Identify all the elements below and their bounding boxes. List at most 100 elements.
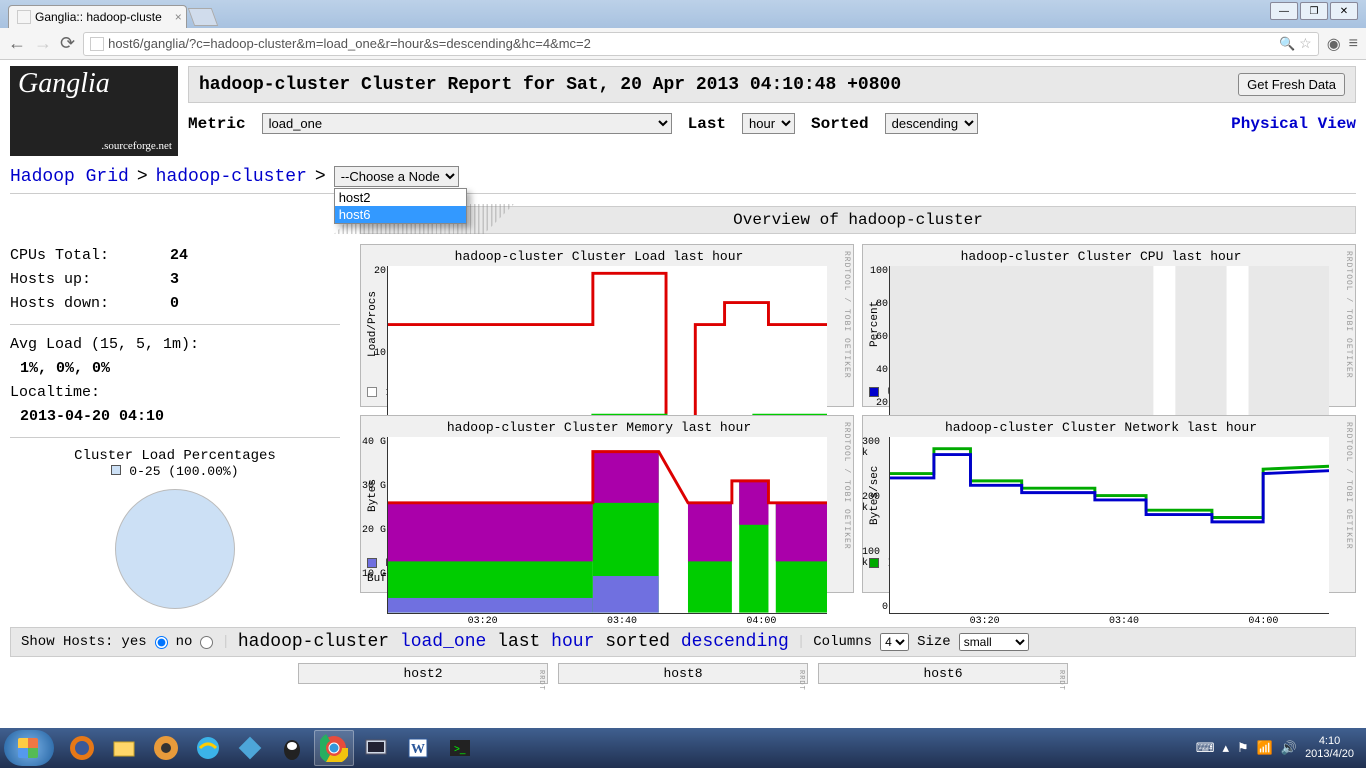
taskbar-date: 2013/4/20 bbox=[1305, 748, 1354, 761]
legend-swatch bbox=[111, 465, 121, 475]
metric-select[interactable]: load_one bbox=[262, 113, 672, 134]
windows-taskbar: W >_ ⌨ ▴ ⚑ 📶 🔊 4:10 2013/4/20 bbox=[0, 728, 1366, 768]
chevron-icon: > bbox=[137, 167, 148, 187]
menu-icon[interactable]: ≡ bbox=[1349, 35, 1358, 53]
browser-tab[interactable]: Ganglia:: hadoop-cluste × bbox=[8, 5, 187, 28]
search-icon[interactable]: 🔍 bbox=[1279, 36, 1295, 52]
choose-node-select[interactable]: --Choose a Node bbox=[334, 166, 459, 187]
keyboard-icon[interactable]: ⌨ bbox=[1196, 740, 1215, 756]
chart-memory[interactable]: RRDTOOL / TOBI OETIKER hadoop-cluster Cl… bbox=[360, 415, 854, 593]
extension-icon[interactable]: ◉ bbox=[1327, 34, 1341, 54]
show-hosts-no-radio[interactable] bbox=[200, 636, 213, 649]
report-title-bar: hadoop-cluster Cluster Report for Sat, 2… bbox=[188, 66, 1356, 103]
chart-title: hadoop-cluster Cluster Load last hour bbox=[367, 249, 831, 264]
chart-cpu[interactable]: RRDTOOL / TOBI OETIKER hadoop-cluster Cl… bbox=[862, 244, 1356, 407]
breadcrumb-cluster[interactable]: hadoop-cluster bbox=[156, 167, 307, 187]
svg-text:W: W bbox=[411, 742, 425, 757]
physical-view-link[interactable]: Physical View bbox=[1231, 115, 1356, 133]
url-bar[interactable]: host6/ganglia/?c=hadoop-cluster&m=load_o… bbox=[83, 32, 1319, 56]
back-button[interactable]: ← bbox=[8, 33, 26, 54]
size-select[interactable]: small bbox=[959, 633, 1029, 651]
get-fresh-data-button[interactable]: Get Fresh Data bbox=[1238, 73, 1345, 96]
sorted-select[interactable]: descending bbox=[885, 113, 978, 134]
host-name: host2 bbox=[301, 666, 545, 681]
maximize-button[interactable]: ❐ bbox=[1300, 2, 1328, 20]
sorted-label: Sorted bbox=[811, 115, 869, 133]
chart-network[interactable]: RRDTOOL / TOBI OETIKER hadoop-cluster Cl… bbox=[862, 415, 1356, 593]
minimize-button[interactable]: — bbox=[1270, 2, 1298, 20]
stat-label: Hosts up: bbox=[10, 268, 170, 292]
close-icon[interactable]: × bbox=[175, 10, 182, 24]
flag-icon[interactable]: ⚑ bbox=[1237, 740, 1249, 756]
stat-label: Localtime: bbox=[10, 381, 340, 405]
browser-toolbar: ← → ⟳ host6/ganglia/?c=hadoop-cluster&m=… bbox=[0, 28, 1366, 60]
summary-metric: load_one bbox=[400, 632, 486, 652]
cluster-stats: CPUs Total:24 Hosts up:3 Hosts down:0 Av… bbox=[10, 244, 340, 438]
chart-load[interactable]: RRDTOOL / TOBI OETIKER hadoop-cluster Cl… bbox=[360, 244, 854, 407]
site-icon bbox=[90, 37, 104, 51]
breadcrumb: Hadoop Grid > hadoop-cluster > --Choose … bbox=[10, 160, 1356, 194]
columns-label: Columns bbox=[813, 634, 872, 650]
tab-title: Ganglia:: hadoop-cluste bbox=[35, 10, 162, 24]
chart-title: hadoop-cluster Cluster CPU last hour bbox=[869, 249, 1333, 264]
summary-sorted-word: sorted bbox=[605, 632, 670, 652]
start-button[interactable] bbox=[4, 730, 54, 766]
last-select[interactable]: hour bbox=[742, 113, 795, 134]
ganglia-logo[interactable]: Ganglia .sourceforge.net bbox=[10, 66, 178, 156]
rrdtool-label: RRDTOOL / TOBI OETIKER bbox=[1344, 422, 1353, 550]
summary-cluster: hadoop-cluster bbox=[238, 632, 389, 652]
node-dropdown: host2 host6 bbox=[334, 188, 467, 224]
taskbar-clock[interactable]: 4:10 2013/4/20 bbox=[1305, 735, 1354, 761]
summary-last-word: last bbox=[497, 632, 540, 652]
stat-value: 0 bbox=[170, 292, 179, 316]
qq-icon[interactable] bbox=[272, 730, 312, 766]
show-hosts-yes: yes bbox=[121, 634, 146, 650]
metric-label: Metric bbox=[188, 115, 246, 133]
putty-icon[interactable] bbox=[356, 730, 396, 766]
media-icon[interactable] bbox=[146, 730, 186, 766]
forward-button[interactable]: → bbox=[34, 33, 52, 54]
chrome-icon[interactable] bbox=[314, 730, 354, 766]
overview-title: Overview of hadoop-cluster bbox=[360, 206, 1356, 234]
show-hosts-yes-radio[interactable] bbox=[155, 636, 168, 649]
box-icon[interactable] bbox=[230, 730, 270, 766]
pie-title: Cluster Load Percentages bbox=[10, 448, 340, 464]
browser-tab-strip: Ganglia:: hadoop-cluste × — ❐ ✕ bbox=[0, 0, 1366, 28]
tray-chevron-icon[interactable]: ▴ bbox=[1223, 740, 1230, 756]
page-icon bbox=[17, 10, 31, 24]
summary-sorted: descending bbox=[681, 632, 789, 652]
stat-value: 24 bbox=[170, 244, 188, 268]
pie-legend: 0-25 (100.00%) bbox=[129, 464, 238, 479]
terminal-icon[interactable]: >_ bbox=[440, 730, 480, 766]
logo-title: Ganglia bbox=[18, 68, 110, 100]
node-option[interactable]: host2 bbox=[335, 189, 466, 206]
ie-icon[interactable] bbox=[188, 730, 228, 766]
host-thumbnail[interactable]: RRDT host6 bbox=[818, 663, 1068, 684]
columns-select[interactable]: 4 bbox=[880, 633, 909, 651]
host-name: host8 bbox=[561, 666, 805, 681]
reload-button[interactable]: ⟳ bbox=[60, 33, 75, 54]
rrdtool-label: RRDTOOL / TOBI OETIKER bbox=[842, 422, 851, 550]
taskbar-time: 4:10 bbox=[1305, 735, 1354, 748]
firefox-icon[interactable] bbox=[62, 730, 102, 766]
network-icon[interactable]: 📶 bbox=[1257, 740, 1273, 756]
stat-label: Avg Load (15, 5, 1m): bbox=[10, 333, 340, 357]
host-filter-bar: Show Hosts: yes no | hadoop-cluster load… bbox=[10, 627, 1356, 657]
node-option[interactable]: host6 bbox=[335, 206, 466, 223]
volume-icon[interactable]: 🔊 bbox=[1281, 740, 1297, 756]
stat-label: Hosts down: bbox=[10, 292, 170, 316]
host-thumbnail[interactable]: RRDT host8 bbox=[558, 663, 808, 684]
svg-text:>_: >_ bbox=[454, 744, 466, 755]
explorer-icon[interactable] bbox=[104, 730, 144, 766]
host-thumbnail[interactable]: RRDT host2 bbox=[298, 663, 548, 684]
size-label: Size bbox=[917, 634, 951, 650]
chart-plot: 300 k200 k100 k0 bbox=[889, 437, 1329, 614]
bookmark-icon[interactable]: ☆ bbox=[1299, 35, 1312, 52]
close-button[interactable]: ✕ bbox=[1330, 2, 1358, 20]
url-text: host6/ganglia/?c=hadoop-cluster&m=load_o… bbox=[108, 36, 1275, 51]
breadcrumb-grid[interactable]: Hadoop Grid bbox=[10, 167, 129, 187]
word-icon[interactable]: W bbox=[398, 730, 438, 766]
new-tab-button[interactable] bbox=[187, 8, 218, 26]
chart-title: hadoop-cluster Cluster Memory last hour bbox=[367, 420, 831, 435]
stat-value: 3 bbox=[170, 268, 179, 292]
